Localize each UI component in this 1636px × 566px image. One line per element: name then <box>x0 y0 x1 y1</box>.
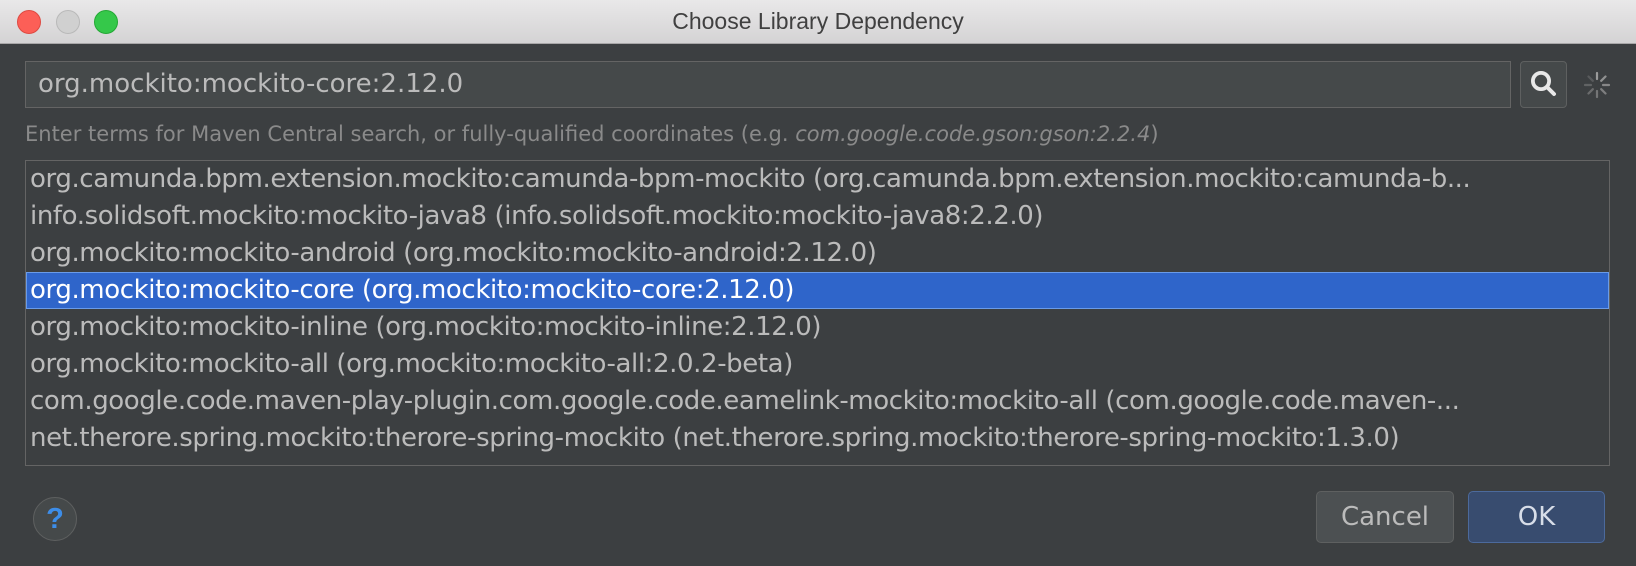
hint-text: Enter terms for Maven Central search, or… <box>25 122 796 146</box>
search-button[interactable] <box>1520 61 1567 108</box>
results-list[interactable]: org.camunda.bpm.extension.mockito:camund… <box>25 160 1610 466</box>
hint-suffix: ) <box>1150 122 1159 146</box>
ok-button[interactable]: OK <box>1468 491 1605 543</box>
list-item[interactable]: org.mockito:mockito-all (org.mockito:moc… <box>26 346 1609 383</box>
list-item[interactable]: net.therore.spring.mockito:therore-sprin… <box>26 420 1609 457</box>
loading-spinner-icon <box>1583 71 1611 99</box>
list-item[interactable]: com.google.code.maven-play-plugin.com.go… <box>26 383 1609 420</box>
list-item[interactable]: org.camunda.bpm.extension.mockito:camund… <box>26 161 1609 198</box>
search-input[interactable]: org.mockito:mockito-core:2.12.0 <box>25 61 1511 108</box>
title-bar: Choose Library Dependency <box>0 0 1636 44</box>
cancel-button[interactable]: Cancel <box>1316 491 1454 543</box>
list-item[interactable]: info.solidsoft.mockito:mockito-java8 (in… <box>26 198 1609 235</box>
help-button[interactable]: ? <box>33 497 77 541</box>
search-icon <box>1531 71 1556 96</box>
help-icon: ? <box>46 503 64 535</box>
search-hint: Enter terms for Maven Central search, or… <box>25 118 1159 150</box>
choose-library-dependency-dialog: Choose Library Dependency org.mockito:mo… <box>0 0 1636 566</box>
list-item-selected[interactable]: org.mockito:mockito-core (org.mockito:mo… <box>26 272 1609 309</box>
dialog-title: Choose Library Dependency <box>672 8 964 34</box>
list-item[interactable]: org.mockito:mockito-inline (org.mockito:… <box>26 309 1609 346</box>
hint-example-coordinates: com.google.code.gson:gson:2.2.4 <box>795 122 1151 146</box>
list-item[interactable]: org.mockito:mockito-android (org.mockito… <box>26 235 1609 272</box>
